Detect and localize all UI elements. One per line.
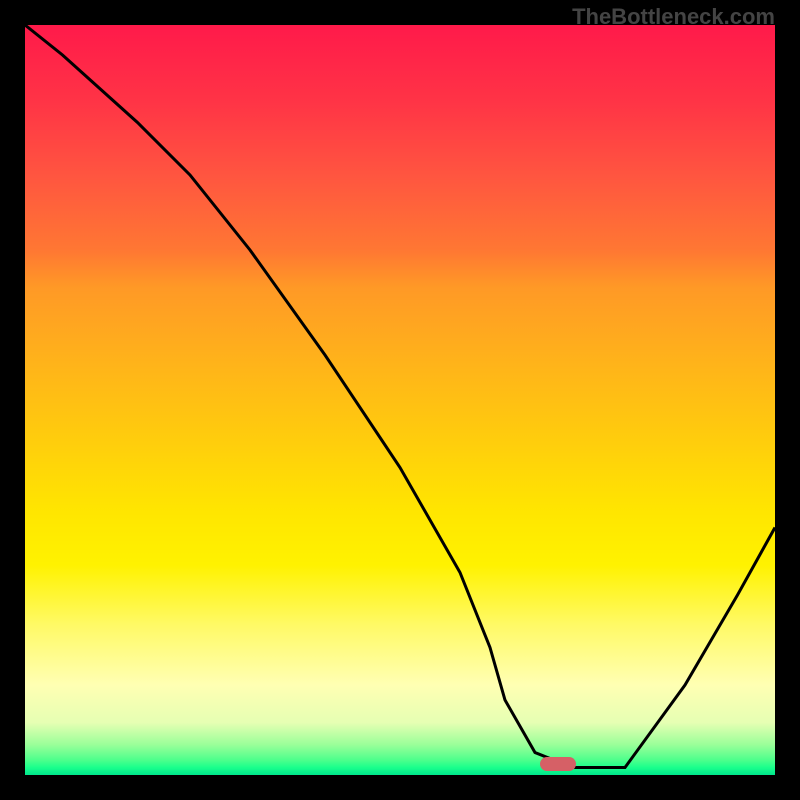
chart-container: TheBottleneck.com (0, 0, 800, 800)
plot-gradient-background (25, 25, 775, 775)
optimal-marker (540, 757, 576, 771)
